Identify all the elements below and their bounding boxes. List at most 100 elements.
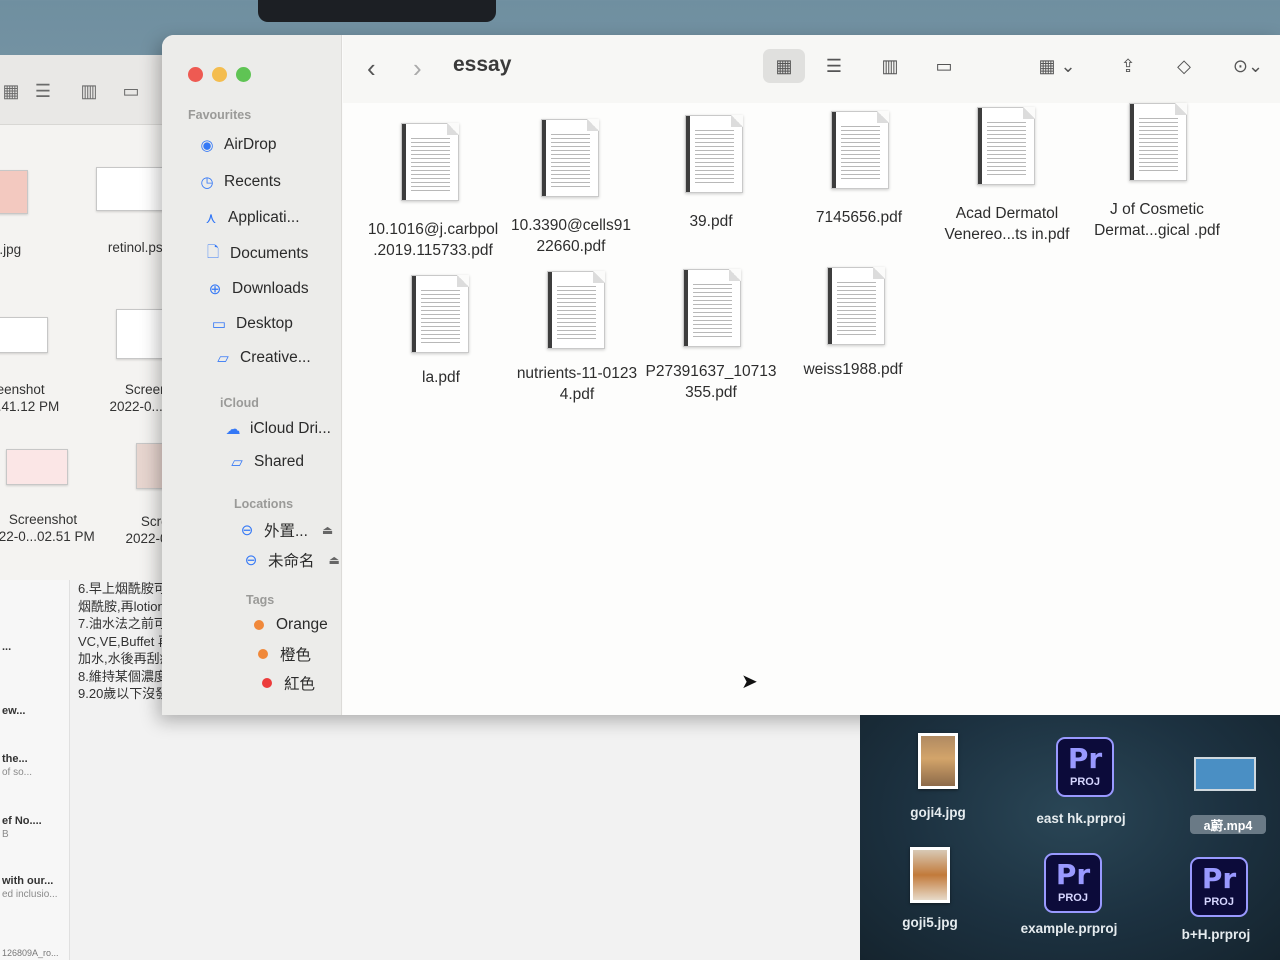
document-list-item[interactable]: the... of so... [2, 752, 68, 780]
sidebar-item-label: Applicati... [228, 209, 300, 226]
tag-icon[interactable]: ◇ [1163, 49, 1205, 83]
desktop-file-label: b+H.prproj [1181, 927, 1251, 942]
file-name: creenshot [0, 382, 45, 397]
sidebar-item-applications[interactable]: ⋏ Applicati... [200, 206, 300, 230]
pdf-thumbnail [1129, 103, 1187, 181]
file-name-line: J of Cosmetic [1110, 201, 1204, 218]
file-grid: 10.1016@j.carbpol .2019.115733.pdf 10.339… [343, 103, 1280, 715]
document-list-item[interactable]: ... [2, 640, 68, 654]
favourites-heading: Favourites [188, 108, 252, 122]
gallery-view-icon[interactable]: ▭ [118, 81, 144, 101]
desktop-file-east-hk[interactable]: Pr PROJ east hk.prproj [1020, 737, 1140, 837]
file-name: 10.1016@j.carbpol .2019.115733.pdf [363, 219, 503, 261]
desktop-file-example[interactable]: Pr PROJ example.prproj [1010, 853, 1130, 953]
download-icon: ⊕ [208, 281, 222, 298]
tag-dot [258, 649, 268, 659]
file-name: Acad Dermatol Venereo...ts in.pdf [937, 203, 1077, 245]
eject-icon[interactable]: ⏏ [322, 523, 333, 537]
sidebar-item-label: 未命名 [268, 553, 315, 570]
sidebar-item-label: Downloads [232, 280, 309, 297]
desktop-icon: ▭ [211, 316, 227, 333]
document-list-item[interactable]: 126809A_ro... [2, 946, 68, 960]
icon-view-icon[interactable]: ▦ [763, 49, 805, 83]
document-list-item[interactable]: with our... ed inclusio... [2, 874, 68, 902]
zoom-button[interactable] [236, 67, 251, 82]
desktop-file-goji4[interactable]: goji4.jpg [878, 733, 998, 833]
share-icon[interactable]: ⇪ [1107, 49, 1149, 83]
list-view-icon[interactable]: ☰ [813, 49, 855, 83]
sidebar-item-label: Desktop [236, 315, 293, 332]
psd-thumbnail[interactable] [96, 167, 166, 211]
file-name-line: 10.3390@cells91 [510, 217, 631, 234]
sidebar-tag-orange[interactable]: Orange [254, 613, 328, 637]
shared-folder-icon: ▱ [231, 454, 243, 471]
pdf-thumbnail [411, 275, 469, 353]
desktop-file-goji5[interactable]: goji5.jpg [870, 847, 990, 947]
video-thumbnail [1194, 757, 1256, 791]
minimize-button[interactable] [212, 67, 227, 82]
sidebar-item-desktop[interactable]: ▭ Desktop [208, 312, 293, 336]
sidebar-tag-chengse[interactable]: 橙色 [258, 642, 311, 666]
sidebar-item-shared[interactable]: ▱ Shared [226, 450, 304, 474]
item-subtitle: of so... [2, 767, 33, 778]
list-view-icon[interactable]: ☰ [30, 81, 56, 101]
proj-text: PROJ [1058, 892, 1088, 904]
item-subtitle: ed inclusio... [2, 889, 58, 900]
group-by-icon[interactable]: ▦ ⌄ [1027, 49, 1087, 83]
file-name-line: 22660.pdf [536, 238, 606, 255]
file-name: 7145656.pdf [815, 209, 903, 226]
eject-icon[interactable]: ⏏ [329, 553, 340, 567]
back-button[interactable]: ‹ [367, 53, 376, 84]
item-subtitle: B [2, 829, 9, 840]
more-actions-icon[interactable]: ⊙⌄ [1223, 49, 1273, 83]
sidebar-item-untitled-drive[interactable]: ⊖ 未命名 ⏏ [240, 548, 340, 572]
folder-icon: ▱ [217, 350, 229, 367]
file-name: nutrients-11-0123 4.pdf [499, 363, 655, 405]
image-thumbnail[interactable] [0, 170, 28, 214]
pdf-thumbnail [831, 111, 889, 189]
file-label[interactable]: Screenshot 022-0...02.51 PM [0, 511, 108, 545]
screenshot-thumbnail[interactable] [6, 449, 68, 485]
premiere-project-icon: Pr PROJ [1190, 857, 1248, 917]
file-name: 10.3390@cells91 22660.pdf [501, 215, 641, 257]
file-name-line: Dermat...gical .pdf [1094, 222, 1220, 239]
clock-icon: ◷ [200, 174, 214, 191]
sidebar-item-icloud-drive[interactable]: ☁ iCloud Dri... [222, 417, 331, 441]
pr-text: Pr [1055, 858, 1091, 891]
sidebar-item-label: Documents [230, 245, 309, 262]
drive-icon: ⊖ [240, 522, 254, 539]
gallery-view-icon[interactable]: ▭ [923, 49, 965, 83]
tag-dot [254, 620, 264, 630]
sidebar-item-airdrop[interactable]: ◉ AirDrop [196, 133, 277, 157]
sidebar-item-downloads[interactable]: ⊕ Downloads [204, 277, 309, 301]
column-view-icon[interactable]: ▥ [76, 81, 102, 101]
document-list-item[interactable]: ew... [2, 704, 68, 718]
file-name-line: nutrients-11-0123 [516, 365, 638, 382]
sidebar-item-creative[interactable]: ▱ Creative... [212, 346, 310, 370]
item-title: ef No.... [2, 815, 42, 827]
sidebar-item-documents[interactable]: 🗋 Documents [202, 242, 308, 266]
desktop: goji4.jpg Pr PROJ east hk.prproj a蔚.mp4 g… [860, 715, 1280, 960]
file-name-line: 355.pdf [685, 384, 737, 401]
file-name: 39.pdf [689, 213, 733, 230]
sidebar-item-external-drive[interactable]: ⊖ 外置... ⏏ [236, 518, 334, 542]
icon-view-icon[interactable]: ▦ [0, 81, 24, 101]
sidebar-item-label: 紅色 [284, 676, 316, 693]
sidebar-item-label: AirDrop [224, 136, 277, 153]
jpg-thumbnail [918, 733, 958, 789]
sidebar-tag-hongse[interactable]: 紅色 [262, 671, 315, 695]
close-button[interactable] [188, 67, 203, 82]
file-date: 2-0...41.12 PM [0, 399, 60, 414]
file-name-line: P27391637_10713 [645, 363, 777, 380]
file-date: 022-0...02.51 PM [0, 529, 95, 544]
sidebar-item-recents[interactable]: ◷ Recents [196, 170, 280, 194]
desktop-file-video[interactable]: a蔚.mp4 [1162, 753, 1280, 843]
desktop-file-bh[interactable]: Pr PROJ b+H.prproj [1156, 857, 1276, 957]
document-list-item[interactable]: ef No.... B [2, 814, 68, 842]
screenshot-thumbnail[interactable] [0, 317, 48, 353]
file-label[interactable]: creenshot 2-0...41.12 PM [0, 381, 80, 415]
column-view-icon[interactable]: ▥ [869, 49, 911, 83]
file-label[interactable]: ol.jpg [0, 241, 70, 258]
forward-button[interactable]: › [413, 53, 422, 84]
desktop-file-label: a蔚.mp4 [1190, 815, 1266, 834]
